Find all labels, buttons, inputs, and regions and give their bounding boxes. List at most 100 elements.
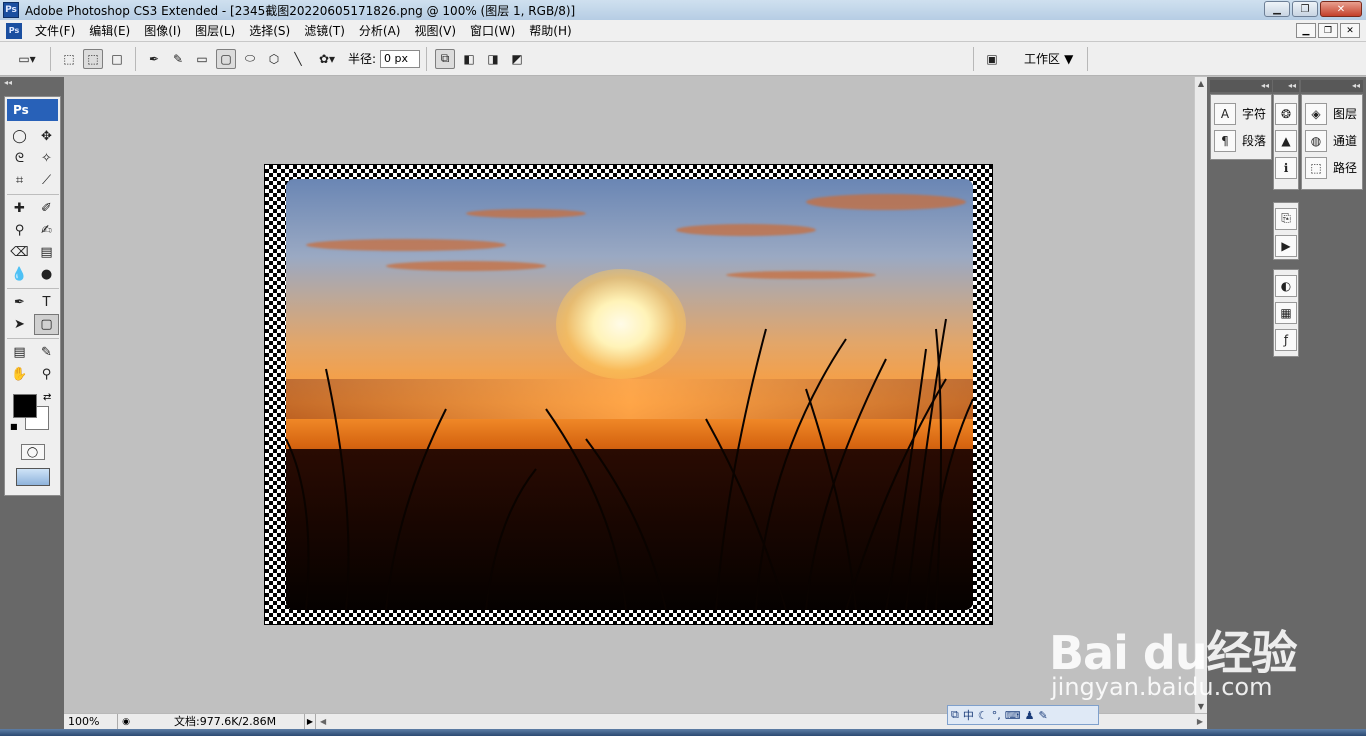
lasso-tool-icon[interactable]: ᘓ bbox=[7, 148, 32, 169]
menu-layer[interactable]: 图层(L) bbox=[188, 20, 242, 42]
rounded-rectangle-tool-icon[interactable]: ▢ bbox=[216, 48, 236, 69]
document-canvas[interactable] bbox=[264, 164, 993, 625]
ime-mode-label[interactable]: 中 bbox=[963, 707, 974, 723]
default-colors-icon[interactable]: ■ bbox=[10, 422, 18, 431]
dock-grip-icon[interactable]: ◂◂ bbox=[1210, 80, 1272, 92]
eyedropper-tool-icon[interactable]: ✎ bbox=[34, 342, 59, 363]
custom-shape-tool-icon[interactable]: ✿▾ bbox=[312, 49, 342, 69]
keyboard-icon[interactable]: ⌨ bbox=[1005, 709, 1021, 722]
swatches-grid-icon: ▦ bbox=[1275, 301, 1297, 324]
info-icon: ℹ bbox=[1275, 156, 1297, 179]
magic-wand-tool-icon[interactable]: ✧ bbox=[34, 148, 59, 169]
panel-tab-layers[interactable]: ◈ 图层 bbox=[1302, 100, 1362, 127]
scroll-right-icon[interactable]: ▶ bbox=[1197, 717, 1203, 726]
fill-pixels-icon[interactable]: □ bbox=[107, 49, 127, 69]
panel-tab-paragraph[interactable]: ¶ 段落 bbox=[1211, 127, 1271, 154]
menu-window[interactable]: 窗口(W) bbox=[463, 20, 522, 42]
zoom-level[interactable]: 100% bbox=[64, 714, 118, 729]
notes-tool-icon[interactable]: ▤ bbox=[7, 342, 32, 363]
screen-mode-icon[interactable] bbox=[15, 468, 50, 486]
foreground-color[interactable] bbox=[13, 394, 37, 418]
dock-grip-icon[interactable]: ◂◂ bbox=[1273, 80, 1299, 92]
blur-tool-icon[interactable]: 💧 bbox=[7, 264, 32, 285]
panel-tab-channels[interactable]: ◍ 通道 bbox=[1302, 127, 1362, 154]
bridge-icon[interactable]: ▣ bbox=[982, 49, 1002, 69]
exclude-area-icon[interactable]: ◩ bbox=[507, 49, 527, 69]
subtract-area-icon[interactable]: ◧ bbox=[459, 49, 479, 69]
radius-input[interactable] bbox=[380, 49, 421, 68]
clone-stamp-tool-icon[interactable]: ⚲ bbox=[7, 220, 32, 241]
pen-tool-icon[interactable]: ✒ bbox=[7, 292, 32, 313]
eraser-tool-icon[interactable]: ⌫ bbox=[7, 242, 32, 263]
panel-tab-info[interactable]: ℹ bbox=[1274, 154, 1298, 181]
line-tool-icon[interactable]: ╲ bbox=[288, 49, 308, 69]
swap-colors-icon[interactable]: ⇄ bbox=[43, 392, 51, 403]
collapse-toolbox-icon[interactable]: ◂◂ bbox=[0, 77, 64, 89]
scroll-up-icon[interactable]: ▲ bbox=[1195, 77, 1207, 90]
user-icon[interactable]: ♟ bbox=[1025, 709, 1035, 722]
menu-file[interactable]: 文件(F) bbox=[28, 20, 82, 42]
pen-tool-icon[interactable]: ✒ bbox=[144, 49, 164, 69]
freeform-pen-icon[interactable]: ✎ bbox=[168, 49, 188, 69]
character-icon: A bbox=[1214, 102, 1236, 125]
type-tool-icon[interactable]: T bbox=[34, 292, 59, 313]
healing-brush-tool-icon[interactable]: ✚ bbox=[7, 198, 32, 219]
canvas-area[interactable] bbox=[64, 77, 1194, 713]
menu-edit[interactable]: 编辑(E) bbox=[82, 20, 137, 42]
panel-tab-styles[interactable]: ƒ bbox=[1274, 326, 1298, 353]
menu-analysis[interactable]: 分析(A) bbox=[352, 20, 408, 42]
tool-preset-picker-icon[interactable]: ▭▾ bbox=[12, 49, 42, 69]
polygon-tool-icon[interactable]: ⬡ bbox=[264, 49, 284, 69]
zoom-tool-icon[interactable]: ⚲ bbox=[34, 364, 59, 385]
add-to-area-icon[interactable]: ⧉ bbox=[435, 48, 456, 69]
dock-grip-icon[interactable]: ◂◂ bbox=[1301, 80, 1363, 92]
close-button[interactable]: ✕ bbox=[1320, 1, 1362, 17]
rectangle-tool-icon[interactable]: ▭ bbox=[192, 49, 212, 69]
menu-view[interactable]: 视图(V) bbox=[407, 20, 463, 42]
paths-mode-icon[interactable]: ⬚ bbox=[83, 48, 103, 69]
panel-tab-actions[interactable]: ▶ bbox=[1274, 232, 1298, 259]
dodge-tool-icon[interactable]: ● bbox=[34, 264, 59, 285]
panel-tab-color[interactable]: ◐ bbox=[1274, 272, 1298, 299]
crop-tool-icon[interactable]: ⌗ bbox=[7, 170, 32, 191]
quick-mask-icon[interactable]: ◯ bbox=[20, 444, 45, 460]
windows-taskbar bbox=[0, 729, 1366, 736]
brush-tool-icon[interactable]: ✐ bbox=[34, 198, 59, 219]
panel-tab-history[interactable]: ⎘ bbox=[1274, 205, 1298, 232]
move-tool-icon[interactable]: ✥ bbox=[34, 126, 59, 147]
doc-restore-button[interactable]: ❐ bbox=[1318, 23, 1338, 38]
history-brush-tool-icon[interactable]: ✍ bbox=[34, 220, 59, 241]
punctuation-icon[interactable]: °, bbox=[992, 709, 1001, 722]
minimize-button[interactable]: ▁ bbox=[1264, 1, 1290, 17]
panel-tab-character[interactable]: A 字符 bbox=[1211, 100, 1271, 127]
settings-wrench-icon[interactable]: ✎ bbox=[1039, 709, 1048, 722]
maximize-button[interactable]: ❐ bbox=[1292, 1, 1318, 17]
intersect-area-icon[interactable]: ◨ bbox=[483, 49, 503, 69]
panel-tab-swatches[interactable]: ▦ bbox=[1274, 299, 1298, 326]
menu-help[interactable]: 帮助(H) bbox=[522, 20, 578, 42]
half-width-moon-icon[interactable]: ☾ bbox=[978, 709, 988, 722]
slice-tool-icon[interactable]: ⟋ bbox=[34, 170, 59, 191]
menu-image[interactable]: 图像(I) bbox=[137, 20, 188, 42]
panel-tab-paths[interactable]: ⬚ 路径 bbox=[1302, 154, 1362, 181]
panel-tab-histogram[interactable]: ▲ bbox=[1274, 127, 1298, 154]
hand-tool-icon[interactable]: ✋ bbox=[7, 364, 32, 385]
path-selection-tool-icon[interactable]: ➤ bbox=[7, 314, 32, 335]
history-icon: ⎘ bbox=[1275, 207, 1297, 230]
app-menu-icon[interactable]: Ps bbox=[6, 22, 22, 39]
scroll-left-icon[interactable]: ◀ bbox=[320, 717, 326, 726]
panel-tab-navigator[interactable]: ❂ bbox=[1274, 100, 1298, 127]
status-menu-arrow-icon[interactable]: ▶ bbox=[304, 714, 316, 729]
menu-filter[interactable]: 滤镜(T) bbox=[297, 20, 352, 42]
doc-close-button[interactable]: ✕ bbox=[1340, 23, 1360, 38]
workspace-menu-button[interactable]: 工作区 ▼ bbox=[1024, 50, 1073, 67]
rounded-rectangle-shape-tool-icon[interactable]: ▢ bbox=[34, 314, 59, 335]
ime-logo-icon[interactable]: ⧉ bbox=[951, 708, 959, 722]
gradient-tool-icon[interactable]: ▤ bbox=[34, 242, 59, 263]
menu-select[interactable]: 选择(S) bbox=[242, 20, 297, 42]
shape-layers-icon[interactable]: ⬚ bbox=[59, 49, 79, 69]
grass-silhouette bbox=[286, 318, 973, 610]
ellipse-tool-icon[interactable]: ⬭ bbox=[240, 49, 260, 69]
marquee-tool-icon[interactable]: ◯ bbox=[7, 126, 32, 147]
doc-minimize-button[interactable]: ▁ bbox=[1296, 23, 1316, 38]
